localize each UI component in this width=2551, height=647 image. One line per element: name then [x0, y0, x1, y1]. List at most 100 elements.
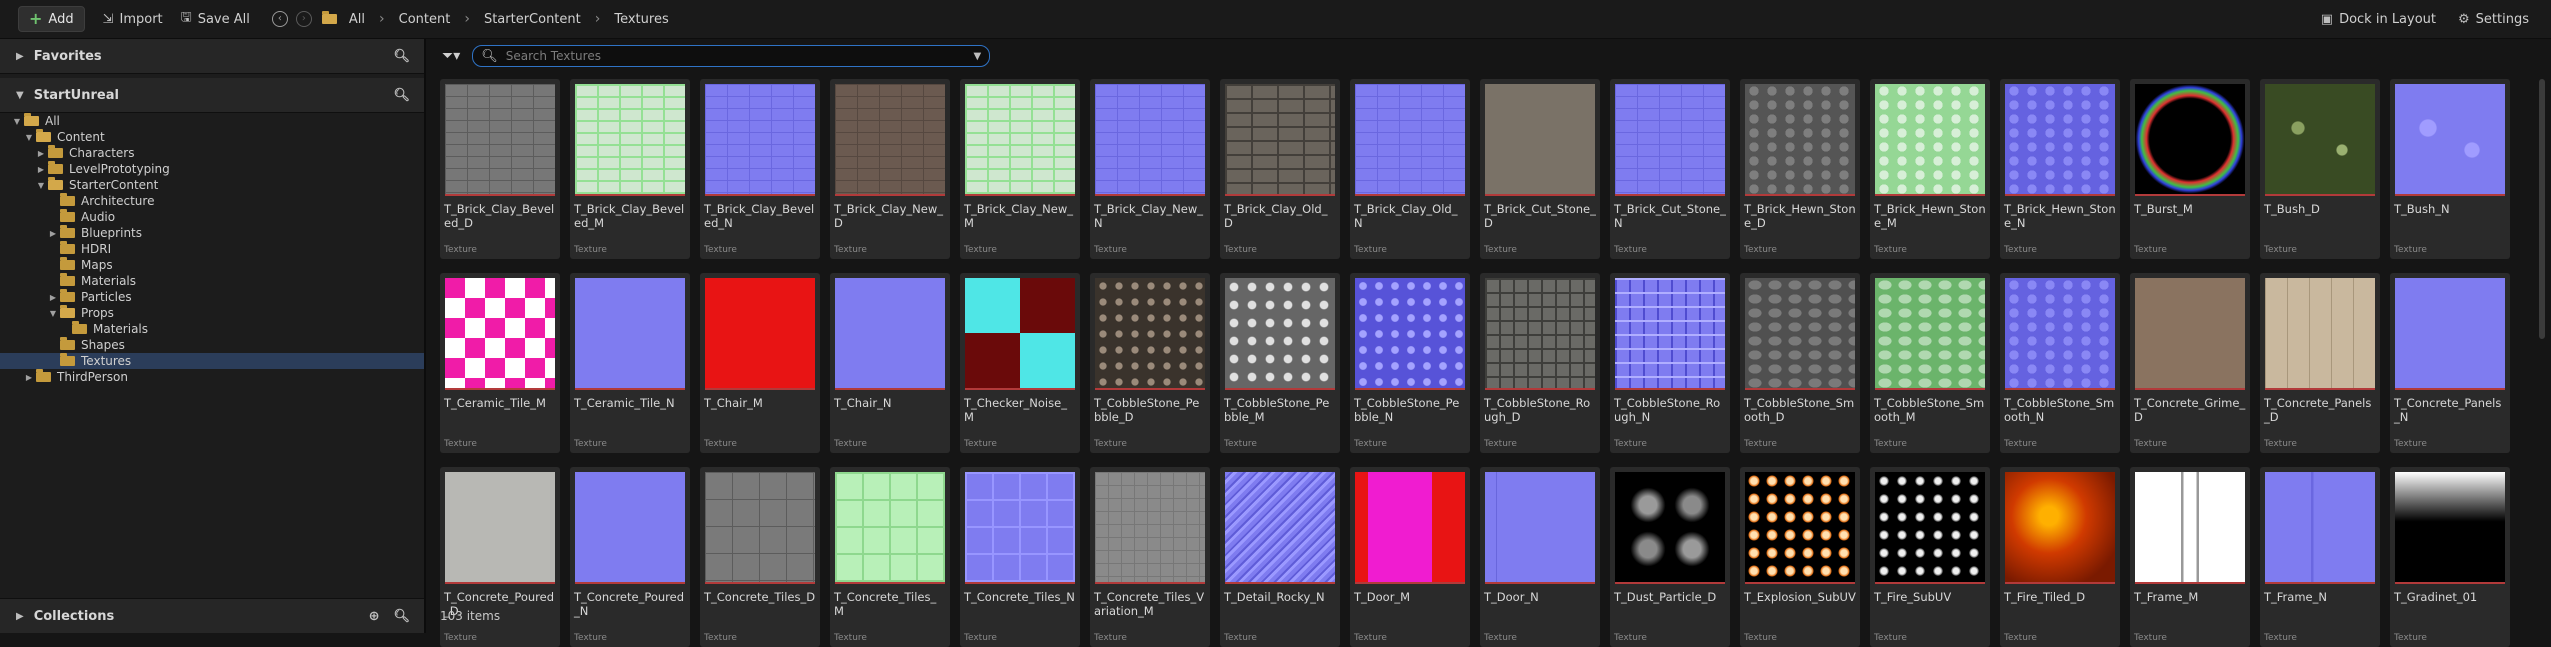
vertical-scrollbar[interactable]	[2539, 79, 2545, 339]
asset-tile[interactable]: T_Burst_M Texture	[2130, 79, 2250, 259]
asset-tile[interactable]: T_CobbleStone_Pebble_M Texture	[1220, 273, 1340, 453]
chevron-down-icon[interactable]: ▼	[974, 51, 982, 62]
asset-tile[interactable]: T_Concrete_Tiles_D Texture	[700, 467, 820, 647]
asset-tile[interactable]: T_Brick_Clay_Old_N Texture	[1350, 79, 1470, 259]
breadcrumb-all[interactable]: All	[349, 12, 365, 27]
asset-tile[interactable]: T_Bush_N Texture	[2390, 79, 2510, 259]
asset-tile[interactable]: T_Concrete_Panels_D Texture	[2260, 273, 2380, 453]
tree-item[interactable]: Materials	[0, 273, 424, 289]
tree-item[interactable]: ▶ Characters	[0, 145, 424, 161]
collapsed-arrow-icon[interactable]: ▶	[36, 149, 46, 158]
asset-tile[interactable]: T_Checker_Noise_M Texture	[960, 273, 1080, 453]
asset-tile[interactable]: T_Brick_Hewn_Stone_M Texture	[1870, 79, 1990, 259]
search-icon[interactable]: 🔍︎	[393, 49, 410, 64]
asset-tile[interactable]: T_CobbleStone_Smooth_D Texture	[1740, 273, 1860, 453]
collapsed-arrow-icon[interactable]: ▶	[48, 293, 58, 302]
asset-tile[interactable]: T_Brick_Hewn_Stone_D Texture	[1740, 79, 1860, 259]
save-all-button[interactable]: 🖫 Save All	[181, 8, 250, 30]
tree-item[interactable]: Architecture	[0, 193, 424, 209]
settings-button[interactable]: ⚙ Settings	[2458, 12, 2529, 27]
history-forward-button[interactable]: ›	[295, 11, 312, 27]
asset-tile[interactable]: T_Brick_Clay_Old_D Texture	[1220, 79, 1340, 259]
asset-tile[interactable]: T_Explosion_SubUV Texture	[1740, 467, 1860, 647]
tree-item[interactable]: Maps	[0, 257, 424, 273]
search-input[interactable]	[503, 48, 948, 64]
tree-item[interactable]: ▶ Particles	[0, 289, 424, 305]
browse-folder-button[interactable]	[321, 11, 343, 24]
asset-tile[interactable]: T_Brick_Clay_New_M Texture	[960, 79, 1080, 259]
asset-tile[interactable]: T_Fire_SubUV Texture	[1870, 467, 1990, 647]
collapsed-arrow-icon[interactable]: ▶	[24, 373, 34, 382]
tree-item[interactable]: Materials	[0, 321, 424, 337]
asset-tile[interactable]: T_Bush_D Texture	[2260, 79, 2380, 259]
import-button[interactable]: ⇲ Import	[103, 12, 163, 27]
chevron-right-icon[interactable]: ›	[379, 11, 385, 27]
favorites-header[interactable]: ▶ Favorites 🔍︎	[0, 39, 424, 74]
asset-tile[interactable]: T_CobbleStone_Pebble_D Texture	[1090, 273, 1210, 453]
asset-tile[interactable]: T_Brick_Clay_Beveled_M Texture	[570, 79, 690, 259]
filter-icon[interactable]: ⏷▾	[442, 48, 460, 64]
tree-item[interactable]: ▼ Content	[0, 129, 424, 145]
asset-tile[interactable]: T_Chair_M Texture	[700, 273, 820, 453]
collapsed-arrow-icon[interactable]: ▶	[48, 229, 58, 238]
asset-tile[interactable]: T_Door_M Texture	[1350, 467, 1470, 647]
asset-tile[interactable]: T_Concrete_Tiles_Variation_M Texture	[1090, 467, 1210, 647]
asset-tile[interactable]: T_CobbleStone_Pebble_N Texture	[1350, 273, 1470, 453]
tree-item[interactable]: ▼ All	[0, 113, 424, 129]
tree-item[interactable]: ▶ ThirdPerson	[0, 369, 424, 385]
tree-item[interactable]: ▼ Props	[0, 305, 424, 321]
asset-tile[interactable]: T_Concrete_Grime_D Texture	[2130, 273, 2250, 453]
expanded-arrow-icon[interactable]: ▼	[24, 133, 34, 142]
asset-tile[interactable]: T_Door_N Texture	[1480, 467, 1600, 647]
asset-tile[interactable]: T_Ceramic_Tile_M Texture	[440, 273, 560, 453]
chevron-right-icon[interactable]: ›	[464, 11, 470, 27]
tree-item[interactable]: ▼ StarterContent	[0, 177, 424, 193]
breadcrumb-content[interactable]: Content	[399, 12, 451, 27]
search-icon[interactable]: 🔍︎	[393, 609, 410, 624]
asset-tile[interactable]: T_Brick_Clay_Beveled_D Texture	[440, 79, 560, 259]
asset-tile[interactable]: T_CobbleStone_Smooth_N Texture	[2000, 273, 2120, 453]
asset-tile[interactable]: T_Detail_Rocky_N Texture	[1220, 467, 1340, 647]
asset-tile[interactable]: T_Frame_M Texture	[2130, 467, 2250, 647]
asset-tile[interactable]: T_Brick_Clay_New_N Texture	[1090, 79, 1210, 259]
asset-tile[interactable]: T_CobbleStone_Rough_D Texture	[1480, 273, 1600, 453]
asset-tile[interactable]: T_Brick_Clay_Beveled_N Texture	[700, 79, 820, 259]
chevron-right-icon[interactable]: ›	[595, 11, 601, 27]
asset-tile[interactable]: T_Fire_Tiled_D Texture	[2000, 467, 2120, 647]
asset-tile[interactable]: T_Brick_Clay_New_D Texture	[830, 79, 950, 259]
tree-item[interactable]: Audio	[0, 209, 424, 225]
asset-tile[interactable]: T_Dust_Particle_D Texture	[1610, 467, 1730, 647]
asset-tile[interactable]: T_Concrete_Poured_N Texture	[570, 467, 690, 647]
asset-tile[interactable]: T_Ceramic_Tile_N Texture	[570, 273, 690, 453]
tree-item[interactable]: Textures	[0, 353, 424, 369]
tree-item[interactable]: ▶ Blueprints	[0, 225, 424, 241]
asset-tile[interactable]: T_CobbleStone_Smooth_M Texture	[1870, 273, 1990, 453]
search-icon[interactable]: 🔍︎	[393, 88, 410, 103]
expanded-arrow-icon[interactable]: ▼	[48, 309, 58, 318]
asset-tile[interactable]: T_Chair_N Texture	[830, 273, 950, 453]
breadcrumb-textures[interactable]: Textures	[614, 12, 668, 27]
asset-tile[interactable]: T_Concrete_Tiles_N Texture	[960, 467, 1080, 647]
asset-tile[interactable]: T_Frame_N Texture	[2260, 467, 2380, 647]
asset-tile[interactable]: T_Brick_Hewn_Stone_N Texture	[2000, 79, 2120, 259]
tree-item[interactable]: HDRI	[0, 241, 424, 257]
collapsed-arrow-icon[interactable]: ▶	[36, 165, 46, 174]
tree-item[interactable]: Shapes	[0, 337, 424, 353]
history-back-button[interactable]: ‹	[271, 11, 288, 27]
asset-tile[interactable]: T_Brick_Cut_Stone_D Texture	[1480, 79, 1600, 259]
tree-item[interactable]: ▶ LevelPrototyping	[0, 161, 424, 177]
asset-tile[interactable]: T_Concrete_Panels_N Texture	[2390, 273, 2510, 453]
add-button[interactable]: + Add	[18, 6, 85, 32]
search-box[interactable]: 🔍︎ ▼	[472, 45, 991, 67]
dock-in-layout-button[interactable]: ▣ Dock in Layout	[2321, 12, 2436, 27]
asset-tile[interactable]: T_Brick_Cut_Stone_N Texture	[1610, 79, 1730, 259]
collections-header[interactable]: ▶ Collections ⊕ 🔍︎	[0, 598, 424, 633]
expanded-arrow-icon[interactable]: ▼	[12, 117, 22, 126]
expanded-arrow-icon[interactable]: ▼	[36, 181, 46, 190]
asset-tile[interactable]: T_CobbleStone_Rough_N Texture	[1610, 273, 1730, 453]
add-collection-icon[interactable]: ⊕	[369, 609, 380, 624]
breadcrumb-startercontent[interactable]: StarterContent	[484, 12, 581, 27]
asset-tile[interactable]: T_Gradinet_01 Texture	[2390, 467, 2510, 647]
asset-tile[interactable]: T_Concrete_Tiles_M Texture	[830, 467, 950, 647]
project-header[interactable]: ▼ StartUnreal 🔍︎	[0, 78, 424, 113]
